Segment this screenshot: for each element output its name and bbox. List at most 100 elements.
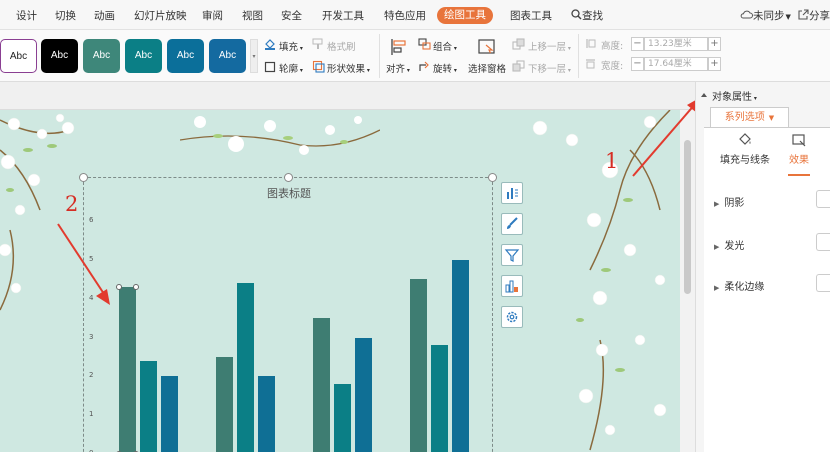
bring-forward-label: 上移一层 — [528, 42, 567, 53]
chart-bar[interactable] — [237, 283, 254, 452]
rotate-label: 旋转 — [433, 64, 453, 75]
shape-effects-button[interactable]: 形状效果 ▾ — [327, 61, 370, 75]
chart-bar[interactable] — [355, 337, 372, 452]
menu-review[interactable]: 审阅 — [202, 0, 223, 30]
outline-icon — [264, 61, 276, 73]
menu-drawing-tools[interactable]: 绘图工具 — [437, 7, 493, 24]
width-increment[interactable]: + — [708, 57, 721, 71]
scrollbar-thumb[interactable] — [684, 140, 691, 294]
menu-security[interactable]: 安全 — [281, 0, 302, 30]
shadow-preset-dropdown[interactable] — [816, 190, 830, 208]
height-decrement[interactable]: − — [631, 37, 644, 51]
shape-style-5[interactable]: Abc — [167, 39, 204, 73]
width-decrement[interactable]: − — [631, 57, 644, 71]
chevron-down-icon: ▾ — [298, 67, 303, 74]
y-tick-label: 1 — [89, 410, 94, 419]
align-button[interactable]: 对齐 ▾ — [386, 61, 410, 75]
tab-fill-and-line[interactable]: 填充与线条 — [710, 130, 780, 166]
shape-style-4[interactable]: Abc — [125, 39, 162, 73]
height-icon — [586, 39, 596, 48]
soft-edges-preset-dropdown[interactable] — [816, 274, 830, 292]
chart-bar[interactable] — [334, 384, 351, 452]
share-button[interactable]: 分享 — [798, 0, 830, 30]
height-input[interactable]: 13.23厘米 — [644, 37, 708, 51]
height-label: 高度: — [601, 41, 624, 52]
shape-style-6[interactable]: Abc — [209, 39, 246, 73]
resize-handle[interactable] — [79, 173, 88, 182]
shape-style-3[interactable]: Abc — [83, 39, 120, 73]
menu-search[interactable]: 查找 — [571, 0, 603, 30]
outline-button[interactable]: 轮廓 ▾ — [279, 61, 303, 75]
chart-settings-icon — [506, 311, 518, 323]
chart-layout-button[interactable] — [501, 275, 523, 297]
chart-frame[interactable]: 图表标题 0123456 — [83, 177, 493, 452]
active-tab-indicator — [788, 174, 810, 176]
format-painter-button[interactable]: 格式刷 — [327, 39, 356, 53]
fill-label: 填充 — [279, 42, 299, 53]
prop-glow[interactable]: ▶ 发光 — [714, 237, 744, 252]
send-backward-button[interactable]: 下移一层 ▾ — [528, 61, 571, 75]
resize-handle[interactable] — [488, 173, 497, 182]
chevron-right-icon: ▶ — [714, 284, 720, 292]
chart-layout-icon — [505, 280, 518, 293]
editing-canvas: 图表标题 0123456 2 1 — [0, 82, 695, 452]
collapse-icon[interactable] — [700, 91, 708, 99]
resize-handle[interactable] — [284, 173, 293, 182]
width-input[interactable]: 17.64厘米 — [644, 57, 708, 71]
chart-settings-button[interactable] — [501, 306, 523, 328]
prop-soft-edges-label: 柔化边缘 — [724, 282, 765, 293]
selection-pane-button[interactable]: 选择窗格 — [468, 61, 506, 75]
styles-scroll[interactable]: ▾ — [250, 39, 258, 73]
chevron-right-icon: ▶ — [714, 200, 720, 208]
outline-label: 轮廓 — [279, 64, 299, 75]
menu-animation[interactable]: 动画 — [94, 0, 115, 30]
group-icon — [418, 38, 431, 50]
send-backward-icon — [512, 60, 525, 72]
align-label: 对齐 — [386, 64, 406, 75]
tab-effects[interactable]: 效果 — [780, 130, 818, 166]
chart-bar[interactable] — [431, 345, 448, 452]
selection-handle[interactable] — [116, 284, 122, 291]
y-tick-label: 4 — [89, 293, 94, 302]
chart-elements-button[interactable] — [501, 182, 523, 204]
menu-view[interactable]: 视图 — [242, 0, 263, 30]
chart-plot-area: 0123456 — [84, 178, 494, 452]
object-properties-panel: 对象属性 ▾ 系列选项 ▼ 填充与线条 效果 ▶ 阴影 ▶ 发光 ▶ 柔化边缘 — [695, 82, 830, 452]
chart-bar[interactable] — [140, 360, 157, 452]
height-increment[interactable]: + — [708, 37, 721, 51]
menu-dev-tools[interactable]: 开发工具 — [322, 0, 364, 30]
menu-features[interactable]: 特色应用 — [384, 0, 426, 30]
chart-bar[interactable] — [119, 287, 136, 452]
chevron-down-icon: ▾ — [752, 95, 757, 102]
panel-title[interactable]: 对象属性 ▾ — [712, 88, 757, 103]
menu-slideshow[interactable]: 幻灯片放映 — [134, 0, 187, 30]
sync-status[interactable]: 未同步▼ — [740, 0, 791, 30]
chart-bar[interactable] — [452, 259, 469, 452]
series-options-tab[interactable]: 系列选项 ▼ — [710, 107, 789, 127]
chart-bar[interactable] — [258, 376, 275, 452]
prop-shadow[interactable]: ▶ 阴影 — [714, 194, 744, 209]
chart-bar[interactable] — [313, 318, 330, 452]
chart-style-button[interactable] — [501, 213, 523, 235]
chart-bar[interactable] — [216, 356, 233, 452]
fill-button[interactable]: 填充 ▾ — [279, 39, 303, 53]
rotate-button[interactable]: 旋转 ▾ — [433, 61, 457, 75]
shape-style-2[interactable]: Abc — [41, 39, 78, 73]
shape-effects-label: 形状效果 — [327, 64, 366, 75]
selection-handle[interactable] — [133, 284, 139, 291]
menu-design[interactable]: 设计 — [16, 0, 37, 30]
prop-soft-edges[interactable]: ▶ 柔化边缘 — [714, 278, 764, 293]
menu-transition[interactable]: 切换 — [55, 0, 76, 30]
menu-chart-tools[interactable]: 图表工具 — [510, 0, 552, 30]
group-button[interactable]: 组合 ▾ — [433, 39, 457, 53]
vertical-scrollbar[interactable] — [680, 110, 695, 452]
chart-bar[interactable] — [410, 279, 427, 452]
shape-style-1[interactable]: Abc — [0, 39, 37, 73]
glow-preset-dropdown[interactable] — [816, 233, 830, 251]
chevron-down-icon: ▾ — [452, 45, 457, 52]
chart-bar[interactable] — [161, 376, 178, 452]
bring-forward-button[interactable]: 上移一层 ▾ — [528, 39, 571, 53]
slide[interactable]: 图表标题 0123456 2 1 — [0, 110, 680, 452]
tab-fill-and-line-label: 填充与线条 — [720, 155, 770, 166]
chart-filter-button[interactable] — [501, 244, 523, 266]
